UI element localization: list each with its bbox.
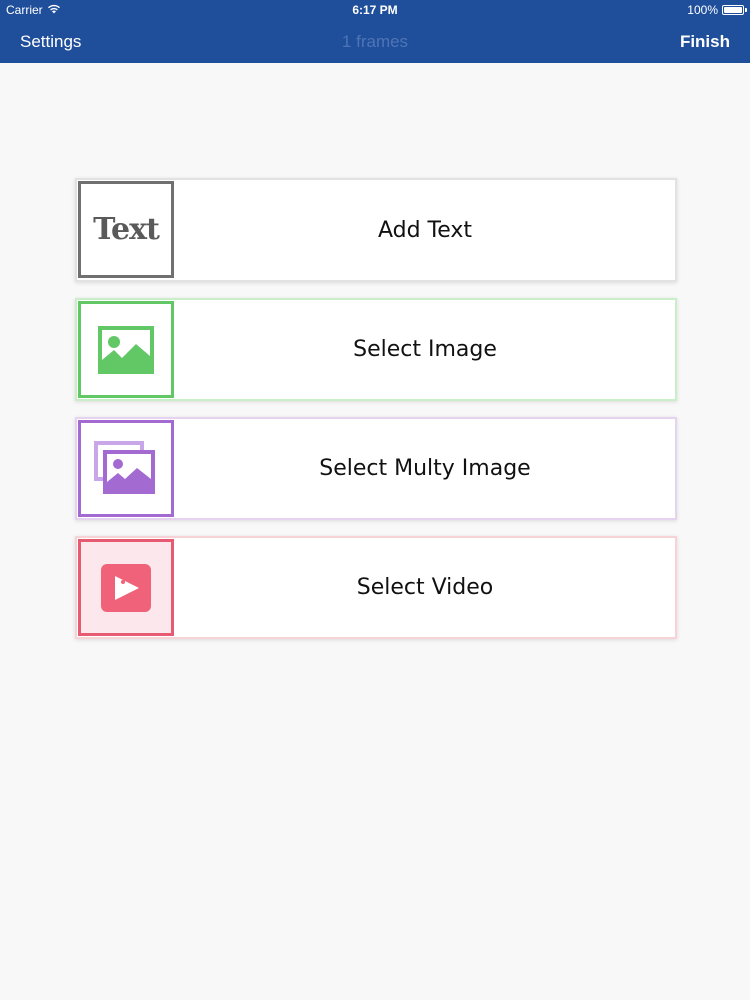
text-icon-label: Text (93, 212, 160, 247)
select-image-option[interactable]: Select Image (75, 298, 677, 401)
top-bar: Carrier 6:17 PM 100% Settings 1 frames F… (0, 0, 750, 63)
add-text-option[interactable]: Text Add Text (75, 178, 677, 282)
status-bar: Carrier 6:17 PM 100% (0, 0, 750, 20)
select-video-label: Select Video (356, 575, 494, 600)
battery-icon (722, 5, 747, 15)
select-multi-image-label: Select Multy Image (319, 456, 531, 481)
finish-button[interactable]: Finish (680, 32, 730, 52)
select-image-label: Select Image (353, 337, 497, 362)
battery-percent: 100% (687, 3, 718, 17)
frames-title: 1 frames (341, 32, 409, 51)
multi-image-icon (78, 420, 174, 517)
select-multi-image-option[interactable]: Select Multy Image (75, 417, 677, 520)
image-icon (78, 301, 174, 398)
options-list: Text Add Text Select Image Select Multy … (75, 178, 677, 655)
status-time: 6:17 PM (352, 3, 398, 17)
text-icon: Text (78, 181, 174, 278)
status-right: 100% (687, 3, 747, 17)
nav-bar: Settings 1 frames Finish (0, 20, 750, 63)
add-text-label: Add Text (377, 217, 473, 243)
video-icon (78, 539, 174, 636)
battery-level (724, 7, 742, 13)
select-video-option[interactable]: Select Video (75, 536, 677, 639)
